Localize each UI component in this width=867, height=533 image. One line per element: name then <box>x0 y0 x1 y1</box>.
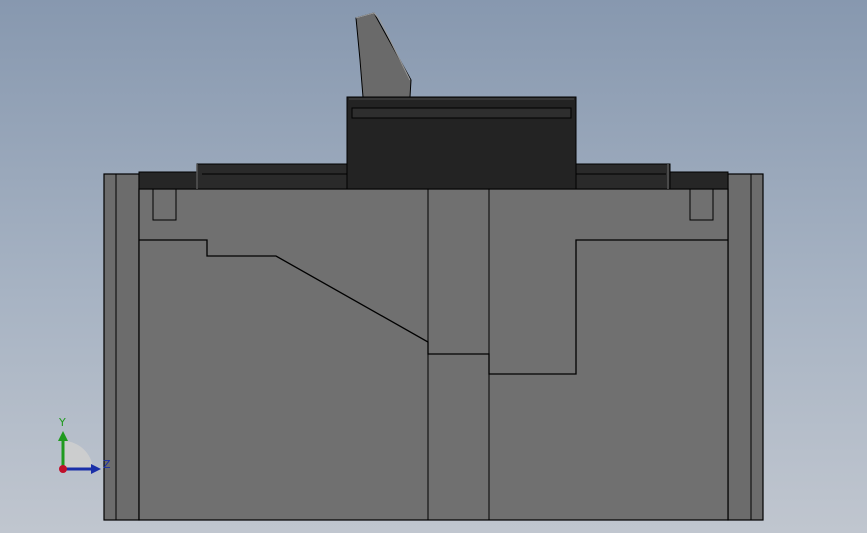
z-axis-arrow-icon <box>91 464 101 474</box>
handle-lever <box>355 12 412 98</box>
model-view[interactable]: Y Z <box>0 0 867 533</box>
cover-left-step <box>196 163 348 190</box>
y-axis-arrow-icon <box>58 431 68 441</box>
toggle-handle[interactable] <box>355 12 412 98</box>
x-axis-dot-icon <box>59 465 67 473</box>
right-side-plate <box>727 173 764 521</box>
top-cover[interactable] <box>138 96 729 190</box>
cover-left-lip <box>138 171 198 190</box>
triad-sector <box>63 440 93 469</box>
switch-body[interactable] <box>103 173 764 521</box>
z-axis-label: Z <box>103 458 111 471</box>
cover-right-step <box>575 163 671 190</box>
graphics-viewport[interactable]: Y Z <box>0 0 867 533</box>
y-axis-label: Y <box>58 416 66 429</box>
axis-triad: Y Z <box>58 416 111 474</box>
cover-center-band <box>351 107 572 119</box>
cover-right-lip <box>669 171 729 190</box>
